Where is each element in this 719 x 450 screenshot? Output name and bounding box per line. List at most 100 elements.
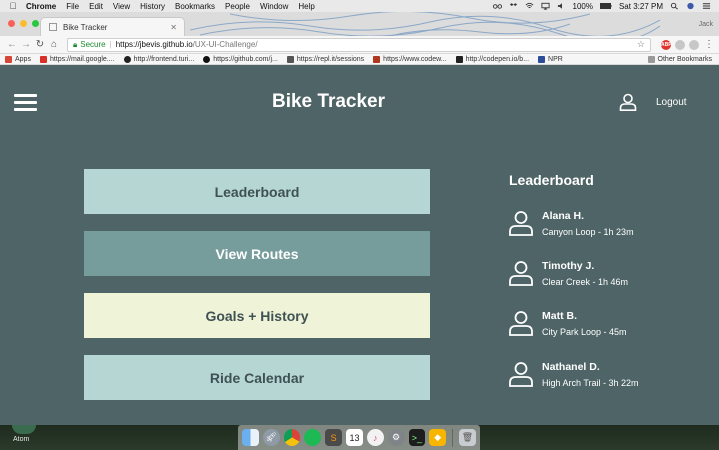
user-avatar-icon [509,211,533,236]
menu-file[interactable]: File [66,2,79,11]
other-bookmarks[interactable]: Other Bookmarks [647,55,712,63]
folder-icon [647,55,655,63]
zoom-window-button[interactable] [32,20,39,27]
atom-app-icon[interactable] [12,425,36,434]
bookmark-star-icon[interactable]: ☆ [637,39,645,50]
goals-history-button[interactable]: Goals + History [84,293,430,338]
close-window-button[interactable] [8,20,15,27]
tab-strip: Bike Tracker ✕ Jack [0,12,719,36]
leaderboard-entry: Nathanel D. High Arch Trail - 3h 22m [508,361,698,401]
battery-icon[interactable] [599,2,612,10]
view-routes-button[interactable]: View Routes [84,231,430,276]
bookmark-codepen[interactable]: http://codepen.io/b... [455,55,529,63]
menu-view[interactable]: View [113,2,130,11]
bookmark-github[interactable]: https://github.com/j... [203,55,278,63]
user-avatar-icon [509,261,533,286]
replit-icon [286,55,294,63]
user-account-icon[interactable] [619,93,637,111]
tab-title: Bike Tracker [63,22,108,32]
app-header: Bike Tracker Logout [0,65,719,145]
url-path: /UX-UI-Challenge/ [192,40,258,49]
leaderboard-button[interactable]: Leaderboard [84,169,430,214]
siri-icon[interactable] [686,2,695,10]
macos-menu-bar:  Chrome File Edit View History Bookmark… [0,0,719,12]
spotlight-search-icon[interactable] [670,2,679,10]
sublime-text-icon[interactable]: S [325,429,343,446]
system-preferences-icon[interactable]: ⚙︎ [387,429,405,446]
menu-history[interactable]: History [140,2,165,11]
page-title: Bike Tracker [271,91,386,112]
chrome-menu-icon[interactable]: ⋮ [704,39,714,50]
dock: 🚀︎ S 13 ♪ ⚙︎ >_ ◆ 🗑︎ [238,425,480,450]
itunes-icon[interactable]: ♪ [366,429,384,446]
extension-icon[interactable] [675,39,685,50]
glasses-icon[interactable] [492,2,502,10]
logout-link[interactable]: Logout [656,97,687,108]
menu-app-name[interactable]: Chrome [26,2,56,11]
leaderboard-title: Leaderboard [509,172,594,188]
address-bar[interactable]: 🔒︎ Secure | https://jbevis.github.io /UX… [67,37,651,52]
forward-arrow-icon[interactable]: → [19,39,33,50]
browser-toolbar: ← → ↻ ⌂ 🔒︎ Secure | https://jbevis.githu… [0,36,719,54]
codepen-icon [455,55,463,63]
bookmark-apps[interactable]: Apps [5,55,31,63]
chrome-icon[interactable] [283,429,301,446]
tab-bike-tracker[interactable]: Bike Tracker ✕ [40,17,185,36]
secure-label: Secure [80,40,106,49]
sketch-icon[interactable]: ◆ [429,429,447,446]
bookmark-turing[interactable]: http://frontend.turi... [123,55,194,63]
atom-desktop-label[interactable]: Atom [13,436,29,443]
clock[interactable]: Sat 3:27 PM [619,2,663,11]
dropbox-icon[interactable] [509,2,518,10]
adblock-extension-icon[interactable]: ABP [661,39,672,50]
wifi-icon[interactable] [525,2,534,10]
calendar-icon[interactable]: 13 [346,429,363,446]
menu-help[interactable]: Help [298,2,314,11]
rider-name: Timothy J. [542,260,595,272]
battery-percent: 100% [572,1,593,11]
reload-icon[interactable]: ↻ [33,39,47,50]
volume-icon[interactable] [557,2,566,10]
profile-name[interactable]: Jack [699,21,713,28]
menu-edit[interactable]: Edit [89,2,103,11]
bike-tracker-app: Bike Tracker Logout Leaderboard View Rou… [0,65,719,425]
turing-icon [123,55,131,63]
url-host: https://jbevis.github.io [115,40,193,49]
tab-close-icon[interactable]: ✕ [170,23,177,32]
airplay-icon[interactable] [540,2,550,10]
codewars-icon [373,55,381,63]
home-icon[interactable]: ⌂ [47,39,61,50]
launchpad-icon[interactable]: 🚀︎ [262,429,280,446]
menu-window[interactable]: Window [260,2,288,11]
npr-icon [538,55,546,63]
github-icon [203,55,211,63]
apps-grid-icon [5,55,12,63]
user-avatar-icon [509,311,533,336]
apple-menu-icon[interactable]:  [6,1,20,11]
minimize-window-button[interactable] [20,20,27,27]
lock-icon: 🔒︎ [73,39,78,49]
extension-icon-2[interactable] [689,39,699,50]
notification-center-icon[interactable] [702,2,711,10]
spotify-icon[interactable] [304,429,322,446]
window-controls [8,20,39,27]
back-arrow-icon[interactable]: ← [5,39,19,50]
finder-icon[interactable] [242,429,259,446]
leaderboard-entry: Alana H. Canyon Loop - 1h 23m [508,210,698,250]
trash-icon[interactable]: 🗑︎ [459,429,476,446]
gmail-icon [39,55,47,63]
menu-people[interactable]: People [225,2,250,11]
menu-bookmarks[interactable]: Bookmarks [175,2,215,11]
browser-window: Bike Tracker ✕ Jack ← → ↻ ⌂ 🔒︎ Secure | … [0,12,719,425]
dock-separator [452,428,454,447]
bookmark-codewars[interactable]: https://www.codew... [373,55,447,63]
bookmark-npr[interactable]: NPR [538,55,563,63]
bookmark-replit[interactable]: https://repl.it/sessions [286,55,364,63]
bookmark-gmail[interactable]: https://mail.google.... [39,55,115,63]
terminal-icon[interactable]: >_ [408,429,426,446]
bookmarks-bar: Apps https://mail.google.... http://fron… [0,54,719,65]
rider-route: City Park Loop - 45m [542,327,627,337]
page-favicon-icon [49,23,57,31]
rider-name: Nathanel D. [542,361,600,373]
ride-calendar-button[interactable]: Ride Calendar [84,355,430,400]
